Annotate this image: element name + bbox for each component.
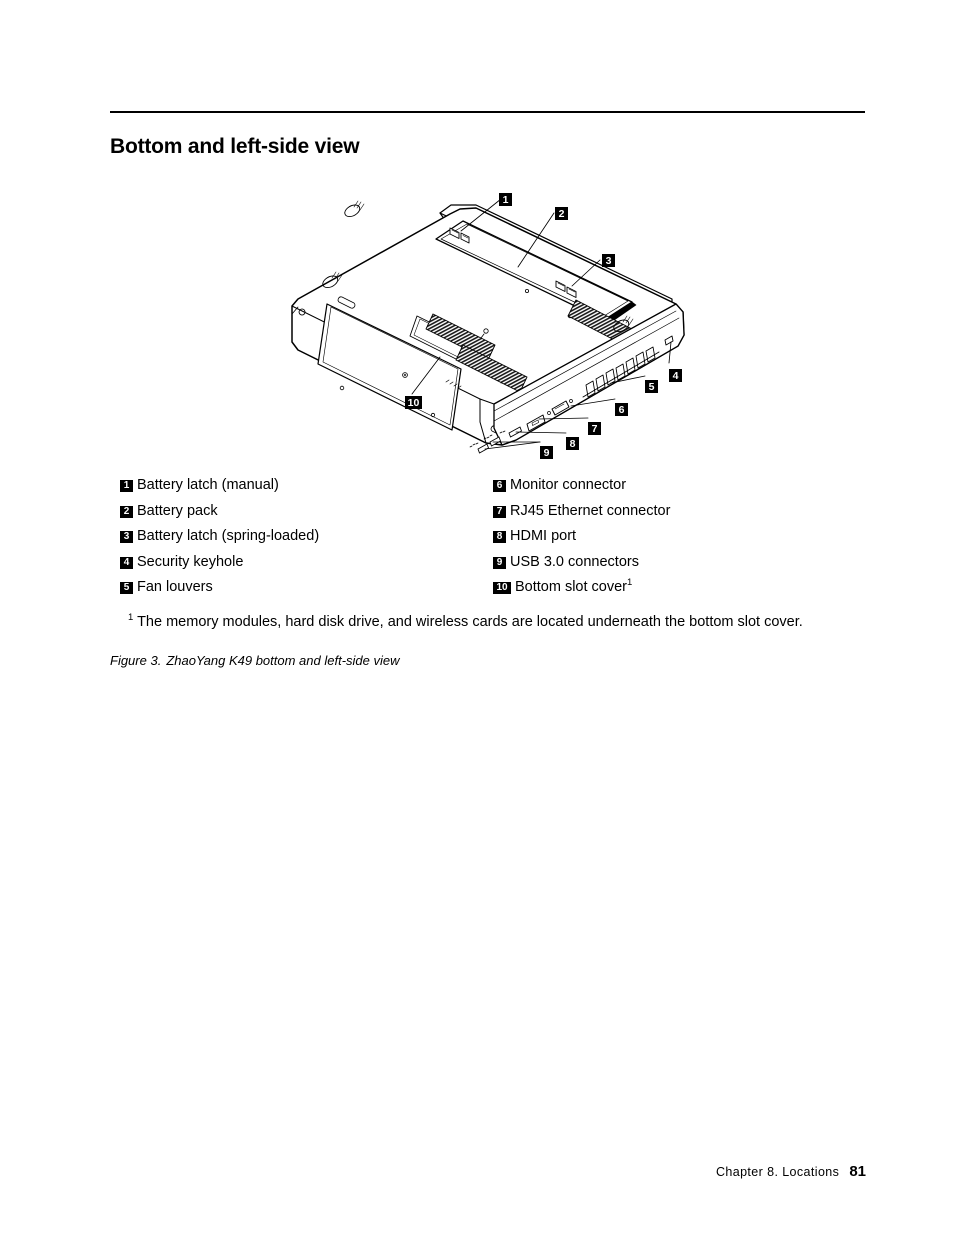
legend-item-label: Fan louvers — [137, 579, 213, 595]
figure-callout-4: 4 — [669, 369, 682, 382]
figure-callout-10: 10 — [405, 396, 422, 409]
footer-chapter-label: Chapter 8. Locations — [715, 1165, 840, 1179]
legend-item: 6 Monitor connector — [493, 477, 863, 503]
legend-number-badge: 8 — [493, 531, 506, 543]
legend-number-badge: 10 — [493, 582, 511, 594]
legend-column-right: 6 Monitor connector 7 RJ45 Ethernet conn… — [493, 477, 863, 605]
legend-number-badge: 3 — [120, 531, 133, 543]
figure-callout-8: 8 — [566, 437, 579, 450]
footnote-text: The memory modules, hard disk drive, and… — [137, 614, 803, 630]
figure-callout-label: 9 — [544, 447, 550, 459]
figure-callout-5: 5 — [645, 380, 658, 393]
laptop-bottom-view-drawing: 1 2 3 4 5 6 7 8 9 10 — [291, 193, 685, 459]
legend-number-badge: 2 — [120, 505, 133, 518]
legend-column-left: 1 Battery latch (manual) 2 Battery pack … — [120, 477, 490, 605]
figure-caption-text: ZhaoYang K49 bottom and left-side view — [166, 653, 400, 668]
legend-item-label: Battery latch (manual) — [137, 477, 279, 493]
figure-callout-label: 5 — [649, 381, 655, 393]
footnote: 1 The memory modules, hard disk drive, a… — [128, 613, 873, 632]
legend-item: 8 HDMI port — [493, 528, 863, 554]
figure-callout-label: 6 — [619, 404, 625, 416]
figure-caption-number: Figure 3. — [110, 653, 162, 668]
figure-callout-2: 2 — [555, 207, 568, 220]
legend-item-label: RJ45 Ethernet connector — [510, 502, 671, 519]
legend-number-badge: 5 — [120, 582, 133, 594]
legend-item: 9 USB 3.0 connectors — [493, 554, 863, 580]
figure-callout-7: 7 — [588, 422, 601, 435]
figure-caption: Figure 3. ZhaoYang K49 bottom and left-si… — [110, 652, 400, 669]
legend-number-badge: 1 — [120, 480, 133, 492]
header-divider — [110, 111, 865, 113]
footnote-marker: 1 — [128, 612, 134, 624]
legend-number-badge: 4 — [120, 556, 133, 569]
legend-item: 5 Fan louvers — [120, 579, 490, 605]
legend-item: 10 Bottom slot cover1 — [493, 577, 863, 605]
page-title: Bottom and left-side view — [110, 135, 360, 159]
figure-callout-label: 10 — [408, 397, 420, 409]
figure-illustration: 1 2 3 4 5 6 7 8 9 10 — [280, 183, 700, 468]
figure-callout-label: 4 — [673, 370, 679, 382]
legend-item-label: Security keyhole — [137, 553, 244, 570]
figure-callout-9: 9 — [540, 446, 553, 459]
figure-callout-label: 8 — [570, 438, 576, 450]
figure-callout-label: 7 — [592, 423, 598, 435]
footnote-marker: 1 — [627, 577, 633, 589]
legend-number-badge: 6 — [493, 480, 506, 492]
legend-item: 3 Battery latch (spring-loaded) — [120, 528, 490, 554]
figure-callout-label: 1 — [503, 194, 509, 206]
figure-callout-label: 3 — [606, 255, 612, 267]
footer-page-number: 81 — [849, 1163, 866, 1180]
legend-item: 4 Security keyhole — [120, 554, 490, 580]
legend-item-label: HDMI port — [510, 528, 577, 544]
figure-callout-6: 6 — [615, 403, 628, 416]
legend-item: 1 Battery latch (manual) — [120, 477, 490, 503]
legend-item-label: Battery latch (spring-loaded) — [137, 528, 320, 544]
legend-number-badge: 7 — [493, 505, 506, 518]
figure-callout-label: 2 — [559, 208, 565, 220]
figure-callout-1: 1 — [499, 193, 512, 206]
legend-item-label: Monitor connector — [510, 477, 627, 493]
legend-item-label: Battery pack — [137, 502, 218, 519]
legend-number-badge: 9 — [493, 556, 506, 569]
legend-item-label: USB 3.0 connectors — [510, 553, 639, 570]
legend-item: 2 Battery pack — [120, 503, 490, 529]
page-footer: Chapter 8. Locations 81 — [0, 1163, 954, 1180]
figure-callout-3: 3 — [602, 254, 615, 267]
legend-item: 7 RJ45 Ethernet connector — [493, 503, 863, 529]
legend-item-label: Bottom slot cover1 — [515, 577, 633, 595]
